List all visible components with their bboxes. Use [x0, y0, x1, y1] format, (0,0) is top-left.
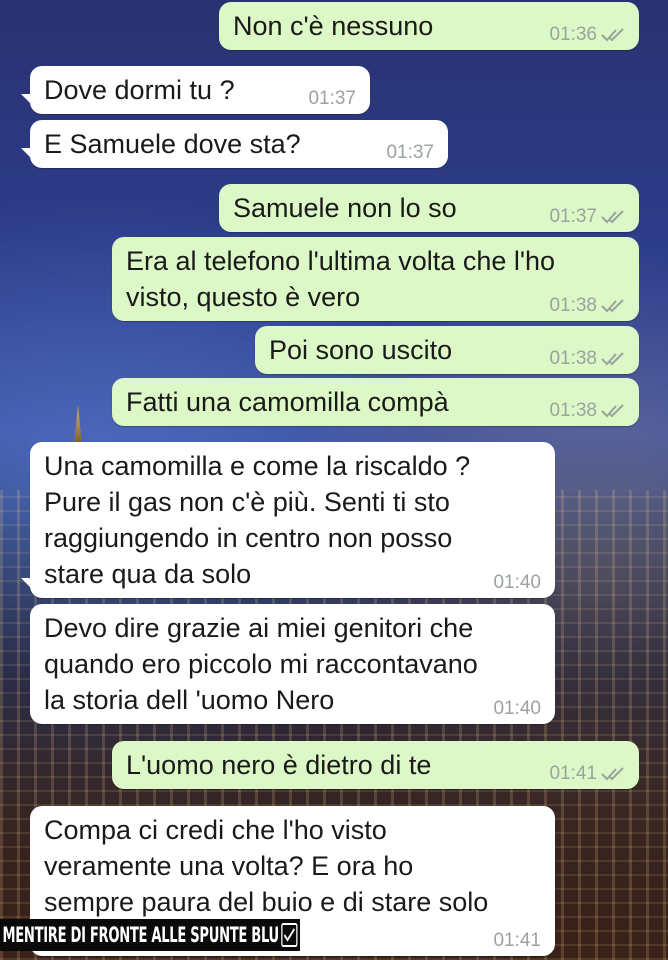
message-time: 01:41	[549, 763, 597, 784]
message-text: Una camomilla e come la riscaldo ? Pure …	[44, 451, 471, 589]
message-meta: 01:37	[549, 206, 627, 228]
outgoing-message-bubble[interactable]: Samuele non lo so 01:37	[219, 184, 639, 232]
incoming-message-bubble[interactable]: Devo dire grazie ai miei genitori che qu…	[30, 604, 555, 724]
double-check-icon	[601, 352, 627, 366]
message-meta: 01:38	[549, 348, 627, 370]
message-meta: 01:40	[493, 572, 541, 594]
outgoing-message-bubble[interactable]: Era al telefono l'ultima volta che l'ho …	[112, 237, 639, 321]
message-time: 01:37	[549, 206, 597, 227]
message-time: 01:38	[549, 348, 597, 369]
message-meta: 01:38	[549, 295, 627, 317]
outgoing-message-bubble[interactable]: Non c'è nessuno 01:36	[219, 2, 639, 50]
message-meta: 01:38	[549, 400, 627, 422]
message-meta: 01:41	[549, 763, 627, 785]
double-check-icon	[601, 299, 627, 313]
outgoing-message-bubble[interactable]: Poi sono uscito 01:38	[255, 326, 639, 374]
message-text: Compa ci credi che l'ho visto veramente …	[44, 815, 489, 917]
message-time: 01:38	[549, 295, 597, 316]
message-meta: 01:40	[493, 698, 541, 720]
message-text: Devo dire grazie ai miei genitori che qu…	[44, 613, 478, 715]
message-meta: 01:37	[386, 142, 434, 164]
message-time: 01:38	[549, 400, 597, 421]
message-meta: 01:41	[493, 930, 541, 952]
outgoing-message-bubble[interactable]: L'uomo nero è dietro di te 01:41	[112, 741, 639, 789]
incoming-message-bubble[interactable]: Dove dormi tu ? 01:37	[21, 66, 370, 114]
checkmark-box-icon	[281, 923, 298, 947]
double-check-icon	[601, 767, 627, 781]
message-time: 01:37	[308, 88, 356, 109]
message-text: E Samuele dove sta?	[44, 129, 301, 159]
incoming-message-bubble[interactable]: E Samuele dove sta? 01:37	[21, 120, 448, 168]
watermark-banner: MENTIRE DI FRONTE ALLE SPUNTE BLU	[0, 919, 301, 951]
watermark-text: MENTIRE DI FRONTE ALLE SPUNTE BLU	[2, 923, 280, 947]
message-time: 01:40	[493, 698, 541, 719]
double-check-icon	[601, 28, 627, 42]
message-time: 01:36	[549, 24, 597, 45]
outgoing-message-bubble[interactable]: Fatti una camomilla compà 01:38	[112, 378, 639, 426]
incoming-message-bubble[interactable]: Una camomilla e come la riscaldo ? Pure …	[21, 442, 555, 598]
message-meta: 01:36	[549, 24, 627, 46]
message-time: 01:37	[386, 142, 434, 163]
message-time: 01:40	[493, 572, 541, 593]
message-meta: 01:37	[308, 88, 356, 110]
double-check-icon	[601, 210, 627, 224]
message-time: 01:41	[493, 930, 541, 951]
double-check-icon	[601, 404, 627, 418]
